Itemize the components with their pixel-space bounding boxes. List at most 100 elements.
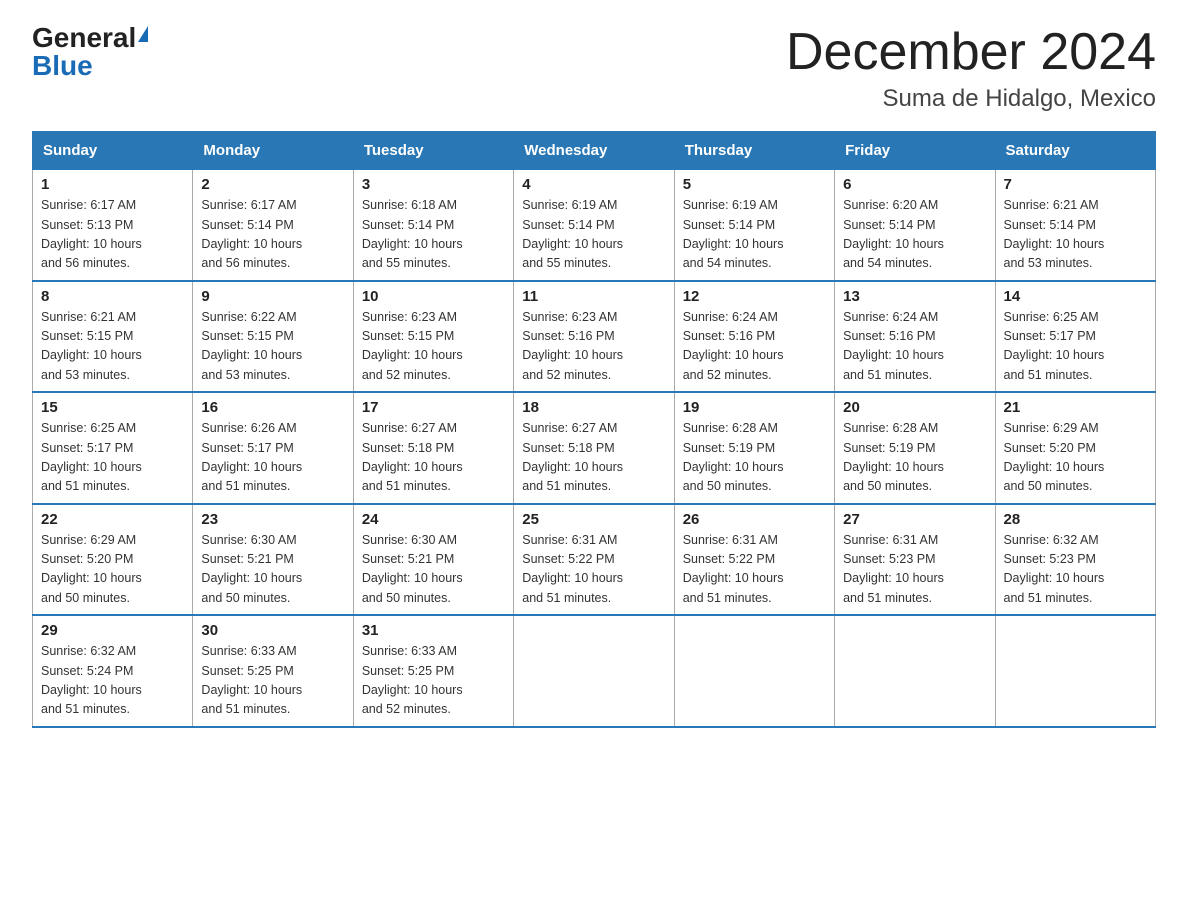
day-number: 2 [201,176,344,193]
day-info: Sunrise: 6:23 AMSunset: 5:15 PMDaylight:… [362,308,505,386]
day-info: Sunrise: 6:22 AMSunset: 5:15 PMDaylight:… [201,308,344,386]
day-info: Sunrise: 6:20 AMSunset: 5:14 PMDaylight:… [843,196,986,274]
day-number: 22 [41,511,184,528]
day-number: 25 [522,511,665,528]
calendar-cell: 31 Sunrise: 6:33 AMSunset: 5:25 PMDayligh… [353,615,513,727]
calendar-cell: 23 Sunrise: 6:30 AMSunset: 5:21 PMDayligh… [193,504,353,616]
calendar-cell: 26 Sunrise: 6:31 AMSunset: 5:22 PMDayligh… [674,504,834,616]
header-cell-wednesday: Wednesday [514,132,674,170]
day-info: Sunrise: 6:32 AMSunset: 5:24 PMDaylight:… [41,642,184,720]
calendar-cell [835,615,995,727]
calendar-cell: 4 Sunrise: 6:19 AMSunset: 5:14 PMDaylight… [514,170,674,281]
day-number: 23 [201,511,344,528]
calendar-body: 1Sunrise: 6:17 AMSunset: 5:13 PMDaylight… [33,170,1156,727]
header-row: SundayMondayTuesdayWednesdayThursdayFrid… [33,132,1156,170]
day-info: Sunrise: 6:17 AMSunset: 5:14 PMDaylight:… [201,196,344,274]
day-info: Sunrise: 6:21 AMSunset: 5:14 PMDaylight:… [1004,196,1147,274]
day-number: 19 [683,399,826,416]
day-info: Sunrise: 6:28 AMSunset: 5:19 PMDaylight:… [843,419,986,497]
calendar-cell [674,615,834,727]
day-number: 28 [1004,511,1147,528]
day-info: Sunrise: 6:17 AMSunset: 5:13 PMDaylight:… [41,196,184,274]
day-info: Sunrise: 6:19 AMSunset: 5:14 PMDaylight:… [522,196,665,274]
day-number: 10 [362,288,505,305]
calendar-cell: 11Sunrise: 6:23 AMSunset: 5:16 PMDayligh… [514,281,674,393]
day-number: 8 [41,288,184,305]
header-cell-saturday: Saturday [995,132,1155,170]
day-number: 27 [843,511,986,528]
day-number: 20 [843,399,986,416]
calendar-cell: 12Sunrise: 6:24 AMSunset: 5:16 PMDayligh… [674,281,834,393]
day-number: 5 [683,176,826,193]
calendar-cell: 9 Sunrise: 6:22 AMSunset: 5:15 PMDaylight… [193,281,353,393]
day-info: Sunrise: 6:33 AMSunset: 5:25 PMDaylight:… [201,642,344,720]
day-number: 26 [683,511,826,528]
logo-triangle-icon [138,26,148,42]
calendar-cell: 19 Sunrise: 6:28 AMSunset: 5:19 PMDayligh… [674,392,834,504]
day-info: Sunrise: 6:31 AMSunset: 5:22 PMDaylight:… [683,531,826,609]
calendar-cell: 24 Sunrise: 6:30 AMSunset: 5:21 PMDayligh… [353,504,513,616]
day-info: Sunrise: 6:25 AMSunset: 5:17 PMDaylight:… [41,419,184,497]
calendar-subtitle: Suma de Hidalgo, Mexico [786,85,1156,113]
header-cell-thursday: Thursday [674,132,834,170]
day-number: 29 [41,622,184,639]
calendar-cell: 16 Sunrise: 6:26 AMSunset: 5:17 PMDayligh… [193,392,353,504]
day-info: Sunrise: 6:30 AMSunset: 5:21 PMDaylight:… [201,531,344,609]
calendar-cell: 28Sunrise: 6:32 AMSunset: 5:23 PMDayligh… [995,504,1155,616]
calendar-cell: 18Sunrise: 6:27 AMSunset: 5:18 PMDayligh… [514,392,674,504]
day-number: 24 [362,511,505,528]
calendar-cell: 13Sunrise: 6:24 AMSunset: 5:16 PMDayligh… [835,281,995,393]
page-header: General Blue December 2024 Suma de Hidal… [32,24,1156,113]
calendar-week-5: 29 Sunrise: 6:32 AMSunset: 5:24 PMDayligh… [33,615,1156,727]
day-number: 7 [1004,176,1147,193]
calendar-week-1: 1Sunrise: 6:17 AMSunset: 5:13 PMDaylight… [33,170,1156,281]
calendar-cell: 8 Sunrise: 6:21 AMSunset: 5:15 PMDaylight… [33,281,193,393]
day-number: 21 [1004,399,1147,416]
day-number: 16 [201,399,344,416]
header-cell-sunday: Sunday [33,132,193,170]
day-number: 31 [362,622,505,639]
day-info: Sunrise: 6:18 AMSunset: 5:14 PMDaylight:… [362,196,505,274]
calendar-cell: 20 Sunrise: 6:28 AMSunset: 5:19 PMDayligh… [835,392,995,504]
day-info: Sunrise: 6:24 AMSunset: 5:16 PMDaylight:… [683,308,826,386]
day-info: Sunrise: 6:21 AMSunset: 5:15 PMDaylight:… [41,308,184,386]
calendar-cell: 15 Sunrise: 6:25 AMSunset: 5:17 PMDayligh… [33,392,193,504]
calendar-week-3: 15 Sunrise: 6:25 AMSunset: 5:17 PMDayligh… [33,392,1156,504]
day-number: 9 [201,288,344,305]
day-info: Sunrise: 6:25 AMSunset: 5:17 PMDaylight:… [1004,308,1147,386]
day-info: Sunrise: 6:28 AMSunset: 5:19 PMDaylight:… [683,419,826,497]
calendar-cell: 21 Sunrise: 6:29 AMSunset: 5:20 PMDayligh… [995,392,1155,504]
day-info: Sunrise: 6:29 AMSunset: 5:20 PMDaylight:… [41,531,184,609]
calendar-cell: 25 Sunrise: 6:31 AMSunset: 5:22 PMDayligh… [514,504,674,616]
calendar-cell: 2 Sunrise: 6:17 AMSunset: 5:14 PMDaylight… [193,170,353,281]
day-info: Sunrise: 6:31 AMSunset: 5:22 PMDaylight:… [522,531,665,609]
header-cell-friday: Friday [835,132,995,170]
day-info: Sunrise: 6:26 AMSunset: 5:17 PMDaylight:… [201,419,344,497]
title-block: December 2024 Suma de Hidalgo, Mexico [786,24,1156,113]
calendar-cell [514,615,674,727]
calendar-cell: 1Sunrise: 6:17 AMSunset: 5:13 PMDaylight… [33,170,193,281]
header-cell-monday: Monday [193,132,353,170]
calendar-cell: 6 Sunrise: 6:20 AMSunset: 5:14 PMDaylight… [835,170,995,281]
day-number: 15 [41,399,184,416]
calendar-cell: 3Sunrise: 6:18 AMSunset: 5:14 PMDaylight… [353,170,513,281]
day-number: 4 [522,176,665,193]
day-info: Sunrise: 6:30 AMSunset: 5:21 PMDaylight:… [362,531,505,609]
header-cell-tuesday: Tuesday [353,132,513,170]
day-info: Sunrise: 6:27 AMSunset: 5:18 PMDaylight:… [362,419,505,497]
logo: General Blue [32,24,148,80]
day-number: 11 [522,288,665,305]
calendar-table: SundayMondayTuesdayWednesdayThursdayFrid… [32,131,1156,728]
calendar-cell: 17Sunrise: 6:27 AMSunset: 5:18 PMDayligh… [353,392,513,504]
calendar-cell: 27 Sunrise: 6:31 AMSunset: 5:23 PMDayligh… [835,504,995,616]
day-number: 6 [843,176,986,193]
day-info: Sunrise: 6:24 AMSunset: 5:16 PMDaylight:… [843,308,986,386]
day-number: 14 [1004,288,1147,305]
calendar-cell: 22 Sunrise: 6:29 AMSunset: 5:20 PMDayligh… [33,504,193,616]
day-info: Sunrise: 6:31 AMSunset: 5:23 PMDaylight:… [843,531,986,609]
day-info: Sunrise: 6:29 AMSunset: 5:20 PMDaylight:… [1004,419,1147,497]
day-info: Sunrise: 6:27 AMSunset: 5:18 PMDaylight:… [522,419,665,497]
calendar-cell: 14 Sunrise: 6:25 AMSunset: 5:17 PMDayligh… [995,281,1155,393]
calendar-cell: 7 Sunrise: 6:21 AMSunset: 5:14 PMDaylight… [995,170,1155,281]
day-info: Sunrise: 6:33 AMSunset: 5:25 PMDaylight:… [362,642,505,720]
